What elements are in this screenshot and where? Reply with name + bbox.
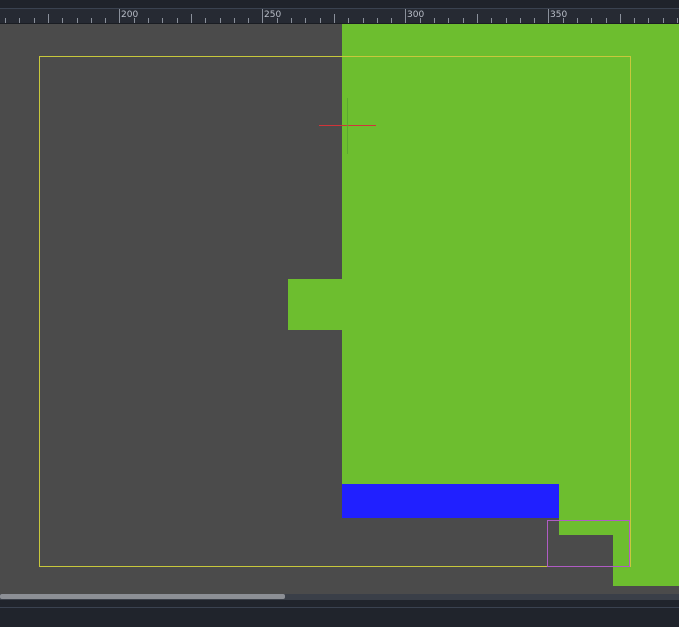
ruler-label-200: 200	[121, 10, 139, 20]
camera-frame	[39, 56, 631, 567]
origin-y-axis-line	[347, 98, 348, 154]
ruler-label-250: 250	[264, 10, 282, 20]
horizontal-scrollbar-thumb[interactable]	[0, 594, 285, 599]
bottom-panel	[0, 600, 679, 627]
canvas-viewport[interactable]	[0, 24, 679, 594]
ruler-label-300: 300	[407, 10, 425, 20]
top-toolbar-strip	[0, 0, 679, 8]
horizontal-ruler[interactable]: 200 250 300 350	[0, 9, 679, 24]
ruler-label-350: 350	[550, 10, 568, 20]
selection-rect[interactable]	[547, 520, 630, 567]
bottom-panel-divider	[0, 607, 679, 608]
ruler-ticks	[5, 9, 678, 23]
